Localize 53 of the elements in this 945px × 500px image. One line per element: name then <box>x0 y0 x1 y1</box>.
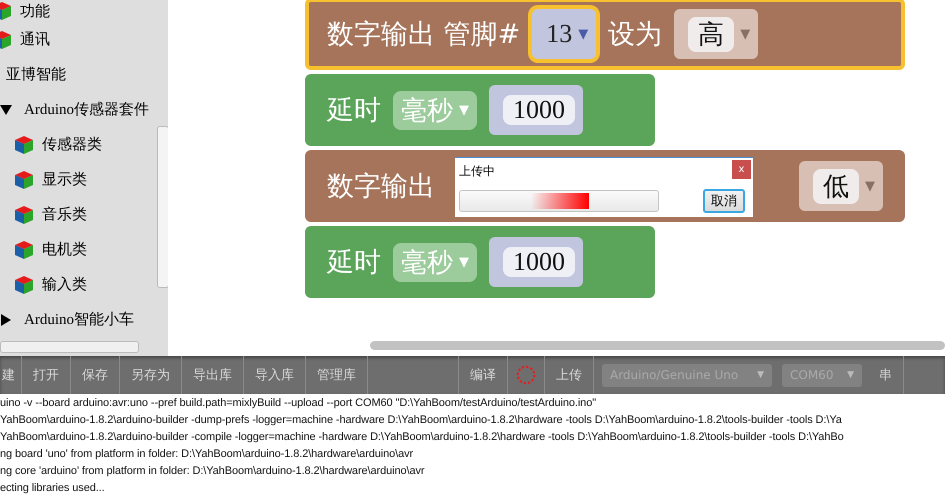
expand-arrow-icon[interactable] <box>0 314 12 326</box>
toolbar-button[interactable]: 打开 <box>22 356 71 394</box>
block-label: 延时 <box>327 94 381 128</box>
level-dropdown[interactable]: 高 ▼ <box>674 9 758 59</box>
code-block[interactable]: 延时 毫秒 ▼ 1000 <box>305 226 655 298</box>
scrollbar[interactable] <box>0 341 139 353</box>
sidebar-item[interactable]: 亚博智能 <box>6 65 66 84</box>
block-label: 数字输出 <box>327 170 435 204</box>
block-label: 延时 <box>327 246 381 280</box>
cube-icon <box>14 170 34 190</box>
cube-icon <box>14 274 34 294</box>
sidebar-item[interactable]: Arduino智能小车 <box>24 310 134 329</box>
number-field[interactable]: 1000 <box>489 237 583 287</box>
scrollbar[interactable] <box>157 126 168 288</box>
toolbar-button[interactable]: 另存为 <box>120 356 182 394</box>
level-dropdown[interactable]: 低 ▼ <box>799 161 883 211</box>
log-line: YahBoom\arduino-1.8.2\arduino-builder -dump-prefs -logger=machine -hardware D:\YahBoom\arduino-1.8.2\hardware -tools D:\YahBoom\arduino-1.8.2\tools-builder -tools D:\Ya <box>0 413 843 428</box>
sidebar-item[interactable]: 电机类 <box>42 240 87 259</box>
cube-icon <box>14 240 34 260</box>
number-field[interactable]: 1000 <box>489 85 583 135</box>
toolbar-button[interactable]: 保存 <box>71 356 120 394</box>
cube-icon <box>14 134 34 154</box>
toolbar-button[interactable]: 串 <box>868 356 904 394</box>
pin-dropdown[interactable]: 13 ▼ <box>532 9 596 59</box>
toolbar-button[interactable]: 管理库 <box>306 356 368 394</box>
sidebar-item[interactable]: Arduino传感器套件 <box>24 100 149 119</box>
log-line: YahBoom\arduino-1.8.2\arduino-builder -compile -logger=machine -hardware D:\YahBoom\arduino-1.8.2\hardware -tools D:\YahBoom\arduino-1.8.2\tools-builder -tools D:\YahBo <box>0 430 845 445</box>
toolbar-button[interactable]: 建 <box>0 356 22 394</box>
code-block[interactable]: 延时 毫秒 ▼ 1000 <box>305 74 655 146</box>
cube-icon <box>14 204 34 224</box>
close-button[interactable]: x <box>732 160 751 179</box>
sidebar-item[interactable]: 通讯 <box>20 30 50 49</box>
collapse-arrow-icon[interactable] <box>0 104 12 116</box>
log-line: ng core 'arduino' from platform in folder: D:\YahBoom\arduino-1.8.2\hardware\arduino\avr <box>0 464 426 479</box>
dialog-title: 上传中 <box>459 163 495 180</box>
block-label: 数字输出 管脚# <box>327 18 520 52</box>
code-block[interactable]: 数字输出 管脚# 13 ▼ 设为 高 ▼ <box>305 0 905 70</box>
log-line: ng board 'uno' from platform in folder: D:\YahBoom\arduino-1.8.2\hardware\arduino\avr <box>0 447 414 462</box>
scrollbar[interactable] <box>370 341 945 350</box>
toolbar-button[interactable]: 导出库 <box>182 356 244 394</box>
block-label: 设为 <box>608 18 662 52</box>
sidebar-item[interactable]: 传感器类 <box>42 135 102 154</box>
sidebar-item[interactable]: 音乐类 <box>42 205 87 224</box>
toolbar-button[interactable]: 编译 <box>459 356 508 394</box>
log-line: ecting libraries used... <box>0 481 106 496</box>
sidebar-item[interactable]: 输入类 <box>42 275 87 294</box>
cancel-button[interactable]: 取消 <box>703 189 745 213</box>
sidebar-item[interactable]: 显示类 <box>42 170 87 189</box>
spinner-icon <box>515 364 537 386</box>
toolbar-button[interactable]: 上传 <box>545 356 594 394</box>
log-line: uino -v --board arduino:avr:uno --pref build.path=mixlyBuild --upload --port COM60 "D:\YahBoom/testArduino/testArduino.ino" <box>0 396 598 411</box>
toolbar-button[interactable]: 导入库 <box>244 356 306 394</box>
sidebar-item[interactable]: 功能 <box>20 2 50 20</box>
